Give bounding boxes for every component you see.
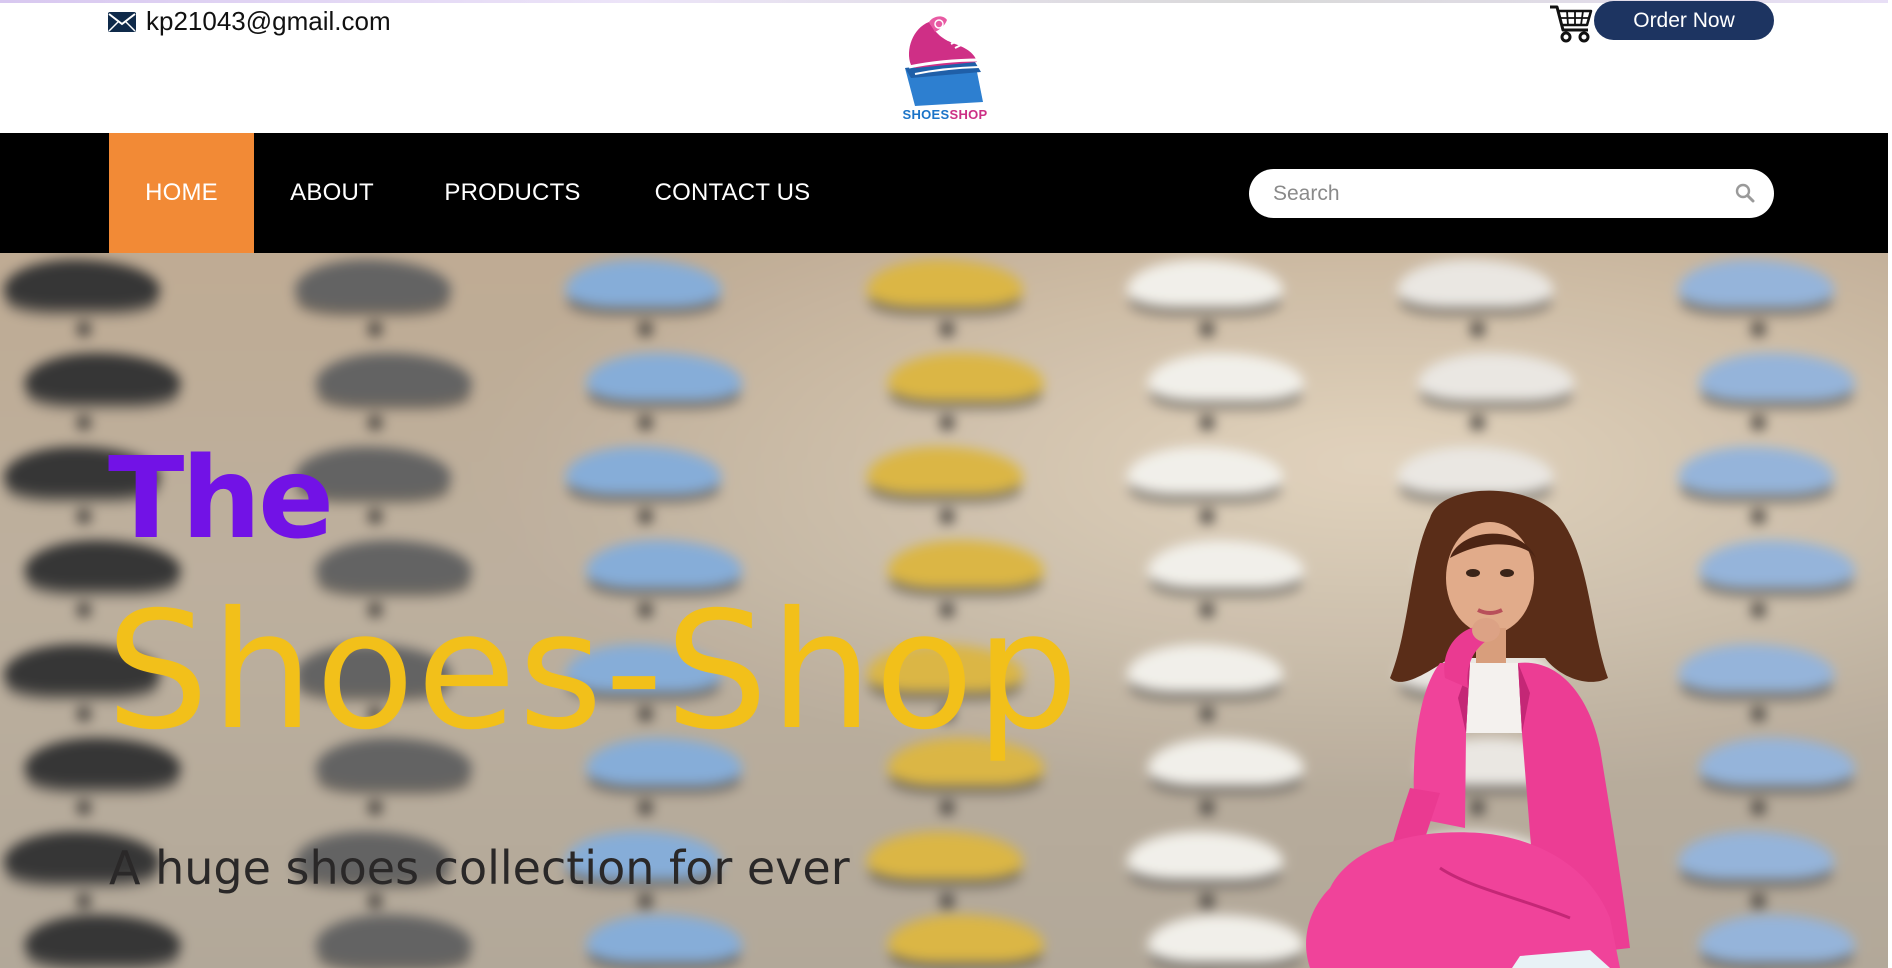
order-now-button[interactable]: Order Now <box>1594 1 1774 40</box>
page-edge <box>1888 0 1892 968</box>
cart-button[interactable] <box>1548 2 1594 44</box>
contact-email[interactable]: kp21043@gmail.com <box>108 6 391 37</box>
logo-shoe-icon <box>905 16 983 106</box>
logo-text: SHOESSHOP <box>902 107 988 122</box>
email-text: kp21043@gmail.com <box>146 6 391 36</box>
hero-title: Shoes-Shop <box>106 578 1081 766</box>
model-image <box>1306 490 1630 968</box>
page: kp21043@gmail.com SHOESSHOP Order Now HO… <box>0 0 1892 968</box>
hero-subtitle: A huge shoes collection for ever <box>109 841 850 895</box>
search-box <box>1249 169 1774 218</box>
cart-icon <box>1550 5 1593 43</box>
shop-logo[interactable]: SHOESSHOP <box>895 10 995 122</box>
nav-item-products[interactable]: PRODUCTS <box>440 133 585 253</box>
search-input[interactable] <box>1271 169 1711 218</box>
mail-icon <box>108 11 136 32</box>
search-icon[interactable] <box>1735 183 1755 203</box>
main-nav: HOME ABOUT PRODUCTS CONTACT US <box>0 133 1888 253</box>
nav-item-about[interactable]: ABOUT <box>282 133 382 253</box>
nav-item-home[interactable]: HOME <box>109 133 254 253</box>
header: kp21043@gmail.com SHOESSHOP Order Now <box>0 0 1892 133</box>
hero-the-text: The <box>108 434 334 564</box>
hero-banner: The Shoes-Shop A huge shoes collection f… <box>0 253 1888 968</box>
nav-item-contact-us[interactable]: CONTACT US <box>645 133 820 253</box>
